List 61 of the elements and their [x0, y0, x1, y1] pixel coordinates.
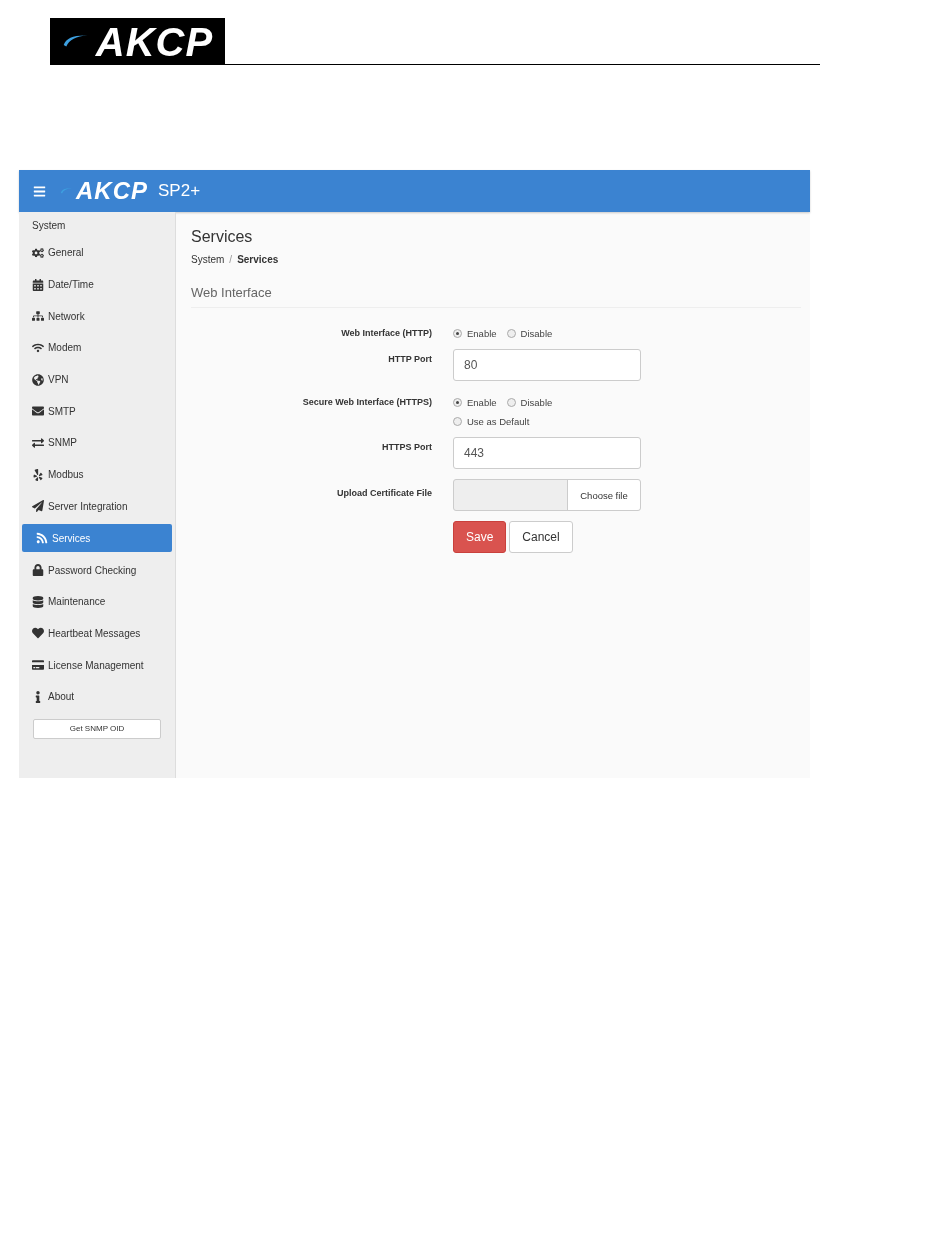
database-icon	[32, 595, 44, 608]
radio-button[interactable]	[506, 398, 516, 407]
field-label: HTTP Port	[388, 353, 432, 366]
save-button[interactable]: Save	[453, 521, 507, 553]
sidebar-item[interactable]: Modem	[22, 332, 172, 364]
radio-button[interactable]	[453, 398, 462, 407]
calendar-icon	[32, 278, 44, 291]
field-label: Web Interface (HTTP)	[341, 328, 432, 339]
input-field[interactable]: 80	[453, 349, 641, 381]
gears-icon	[32, 246, 44, 259]
arrows-icon	[32, 436, 44, 449]
heart-icon	[32, 627, 44, 640]
sidebar-item[interactable]: Services	[22, 524, 172, 553]
get-snmp-oid-button[interactable]: Get SNMP OID	[33, 718, 161, 739]
logo-text: AKCP	[95, 21, 214, 62]
field-label: HTTPS Port	[382, 441, 432, 454]
sidebar-heading: System	[31, 220, 67, 233]
field-label: Secure Web Interface (HTTPS)	[302, 397, 432, 409]
breadcrumb-item: Services	[237, 254, 279, 265]
radio-button[interactable]	[453, 329, 462, 338]
sidebar-item[interactable]: SMTP	[22, 395, 172, 428]
dots-icon	[32, 468, 44, 481]
globe-icon	[32, 373, 44, 386]
product-name: SP2+	[158, 181, 201, 201]
file-field[interactable]: Choose file	[453, 479, 641, 511]
section-title: Web Interface	[191, 285, 272, 300]
cancel-button[interactable]: Cancel	[509, 521, 573, 553]
page-title: Services	[191, 228, 254, 246]
lock-icon	[32, 564, 44, 577]
sidebar-item[interactable]: Password Checking	[22, 554, 172, 586]
sidebar-item[interactable]: About	[22, 680, 172, 713]
sidebar-item[interactable]: Heartbeat Messages	[22, 617, 172, 650]
breadcrumb-separator: /	[229, 254, 233, 265]
input-field[interactable]: 443	[453, 437, 641, 469]
sidebar-item[interactable]: VPN	[22, 363, 172, 396]
sidebar-item[interactable]: Server Integration	[22, 490, 172, 523]
envelope-icon	[32, 405, 44, 418]
sidebar-item[interactable]: SNMP	[22, 427, 172, 459]
menu-icon[interactable]	[33, 184, 46, 198]
field-label: Upload Certificate File	[336, 487, 432, 500]
radio-option[interactable]: Enable	[453, 328, 497, 339]
radio-option[interactable]: Disable	[506, 328, 553, 339]
radio-option[interactable]: Enable	[453, 397, 497, 408]
radio-button[interactable]	[453, 417, 462, 426]
radio-option[interactable]: Use as Default	[453, 416, 641, 427]
radio-option[interactable]: Disable	[506, 397, 553, 408]
sidebar-item[interactable]: General	[22, 237, 172, 269]
sidebar-item[interactable]: Date/Time	[22, 268, 172, 301]
choose-file-button[interactable]: Choose file	[567, 480, 640, 510]
sidebar-item[interactable]: Modbus	[22, 458, 172, 491]
breadcrumb-item[interactable]: System	[191, 254, 225, 265]
logo-text: AKCP	[76, 179, 148, 203]
sidebar-item[interactable]: Maintenance	[22, 585, 172, 618]
credit-card-icon	[32, 659, 44, 672]
sidebar-item[interactable]: License Management	[22, 649, 172, 681]
rss-icon	[36, 532, 48, 545]
wifi-icon	[32, 341, 44, 354]
sidebar-item[interactable]: Network	[22, 300, 172, 333]
sitemap-icon	[32, 310, 44, 323]
radio-button[interactable]	[506, 329, 516, 338]
paper-plane-icon	[32, 500, 44, 513]
